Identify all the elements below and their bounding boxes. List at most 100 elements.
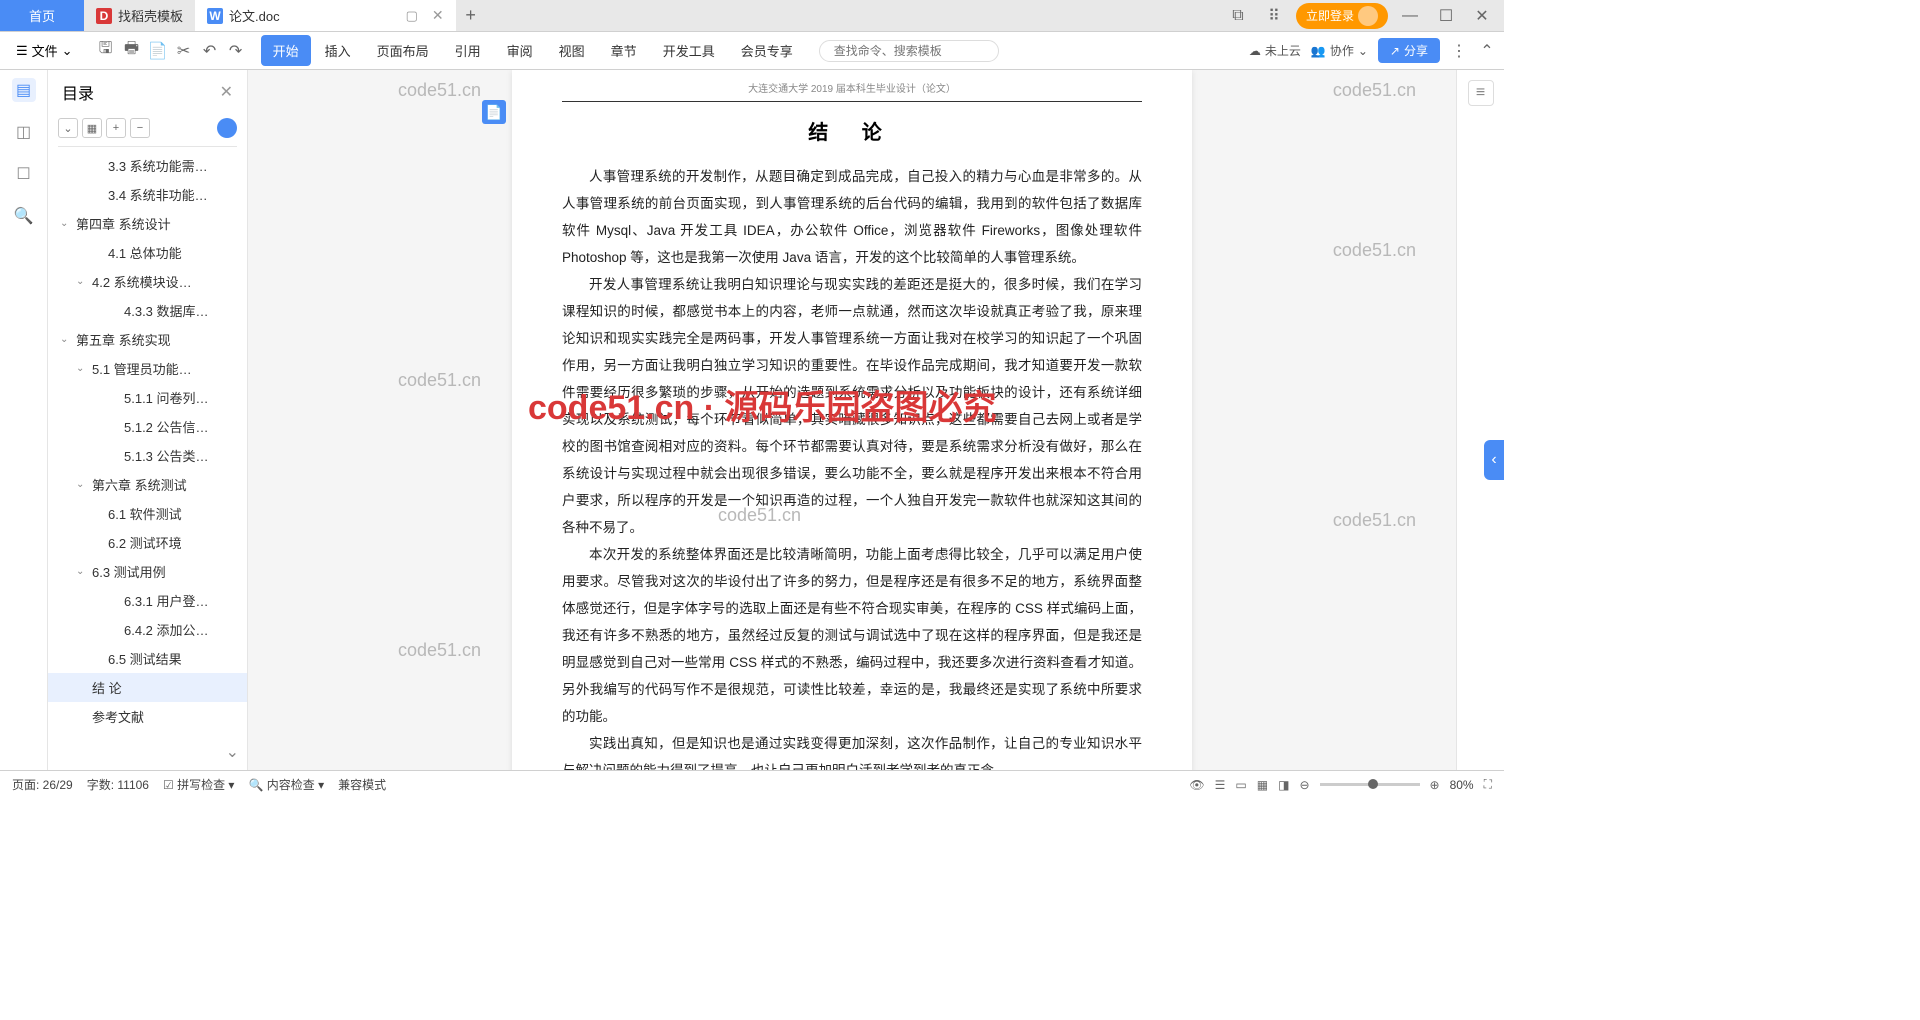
share-button[interactable]: ↗分享 (1378, 38, 1440, 63)
outline-item[interactable]: 6.5 测试结果 (48, 644, 247, 673)
outline-item[interactable]: 6.2 测试环境 (48, 528, 247, 557)
cloud-status-button[interactable]: ☁ 未上云 (1249, 42, 1301, 59)
zoom-slider[interactable] (1320, 783, 1420, 786)
more-icon[interactable]: ⋮ (1450, 42, 1468, 60)
ribbon-tab-review[interactable]: 审阅 (495, 35, 545, 66)
outline-toolbar: ⌄ ▦ + − (48, 114, 247, 142)
view-page-icon[interactable]: ▭ (1235, 778, 1246, 792)
watermark: code51.cn (1333, 80, 1416, 101)
login-label: 立即登录 (1306, 7, 1354, 24)
status-compat[interactable]: 兼容模式 (338, 776, 386, 793)
outline-item[interactable]: 3.4 系统非功能… (48, 180, 247, 209)
page-header: 大连交通大学 2019 届本科生毕业设计（论文） (562, 80, 1142, 102)
outline-plus-icon[interactable]: + (106, 118, 126, 138)
ribbon-tab-layout[interactable]: 页面布局 (365, 35, 441, 66)
outline-item[interactable]: 6.3.1 用户登… (48, 586, 247, 615)
outline-item[interactable]: 6.4.2 添加公… (48, 615, 247, 644)
save-icon[interactable]: 🖫 (97, 42, 115, 60)
cut-icon[interactable]: ✂ (175, 42, 193, 60)
outline-item[interactable]: 5.1.1 问卷列… (48, 383, 247, 412)
outline-grid-icon[interactable]: ▦ (82, 118, 102, 138)
apps-icon[interactable]: ⠿ (1260, 4, 1288, 28)
document-area[interactable]: 📄 大连交通大学 2019 届本科生毕业设计（论文） 结 论 人事管理系统的开发… (248, 70, 1456, 770)
tab-label: 论文.doc (229, 6, 280, 25)
outline-item[interactable]: ⌄第四章 系统设计 (48, 209, 247, 238)
ribbon-tab-vip[interactable]: 会员专享 (729, 35, 805, 66)
outline-item[interactable]: ⌄4.2 系统模块设… (48, 267, 247, 296)
view-web-icon[interactable]: ▦ (1257, 778, 1268, 792)
redo-icon[interactable]: ↷ (227, 42, 245, 60)
doc-paragraph: 人事管理系统的开发制作，从题目确定到成品完成，自己投入的精力与心血是非常多的。从… (562, 163, 1142, 271)
outline-item[interactable]: 3.3 系统功能需… (48, 151, 247, 180)
ribbon-tab-view[interactable]: 视图 (547, 35, 597, 66)
page-tag-icon[interactable]: 📄 (482, 100, 506, 124)
ribbon-tab-start[interactable]: 开始 (261, 35, 311, 66)
favorite-icon[interactable]: ☐ (12, 162, 36, 186)
outline-item[interactable]: 5.1.3 公告类… (48, 441, 247, 470)
ribbon-tab-references[interactable]: 引用 (443, 35, 493, 66)
ribbon-tabs: 开始 插入 页面布局 引用 审阅 视图 章节 开发工具 会员专享 (261, 35, 805, 66)
tab-restore-icon[interactable]: ▢ (406, 8, 418, 24)
ribbon-tab-insert[interactable]: 插入 (313, 35, 363, 66)
collab-button[interactable]: 👥协作⌄ (1311, 42, 1368, 59)
outline-minus-icon[interactable]: − (130, 118, 150, 138)
tab-document-active[interactable]: W 论文.doc ▢ ✕ (195, 0, 456, 31)
doc-paragraph: 本次开发的系统整体界面还是比较清晰简明，功能上面考虑得比较全，几乎可以满足用户使… (562, 541, 1142, 730)
bookmark-panel-icon[interactable]: ◫ (12, 120, 36, 144)
main-area: ▤ ◫ ☐ 🔍 目录 ✕ ⌄ ▦ + − 3.3 系统功能需…3.4 系统非功能… (0, 70, 1504, 770)
view-outline-icon[interactable]: ◨ (1278, 778, 1289, 792)
minimize-button[interactable]: — (1396, 4, 1424, 28)
view-read-icon[interactable]: ☰ (1215, 778, 1226, 792)
cloud-label: 未上云 (1265, 42, 1301, 59)
tab-add-button[interactable]: + (456, 5, 486, 26)
outline-item[interactable]: ⌄第五章 系统实现 (48, 325, 247, 354)
zoom-level[interactable]: 80% (1450, 778, 1474, 792)
search-input[interactable] (819, 40, 999, 62)
status-page[interactable]: 页面: 26/29 (12, 776, 73, 793)
file-menu-button[interactable]: ☰ 文件 ⌄ (8, 41, 81, 60)
search-panel-icon[interactable]: 🔍 (12, 204, 36, 228)
app-tabbar: 首页 D 找稻壳模板 W 论文.doc ▢ ✕ + ⧉ ⠿ 立即登录 — ☐ ✕ (0, 0, 1504, 32)
undo-icon[interactable]: ↶ (201, 42, 219, 60)
outline-collapse-icon[interactable]: ⌄ (58, 118, 78, 138)
chevron-down-icon: ⌄ (62, 43, 73, 59)
outline-toggle-icon[interactable]: ▤ (12, 78, 36, 102)
outline-close-icon[interactable]: ✕ (220, 82, 233, 102)
outline-scroll-down-icon[interactable]: ⌄ (218, 734, 247, 770)
paragraph-panel-icon[interactable]: ≡ (1468, 80, 1494, 106)
collapse-ribbon-icon[interactable]: ⌃ (1478, 42, 1496, 60)
maximize-button[interactable]: ☐ (1432, 4, 1460, 28)
outline-item[interactable]: 6.1 软件测试 (48, 499, 247, 528)
print-icon[interactable]: 🖶 (123, 42, 141, 60)
outline-item[interactable]: 4.1 总体功能 (48, 238, 247, 267)
view-eye-icon[interactable]: 👁 (1189, 778, 1204, 792)
outline-item[interactable]: 结 论 (48, 673, 247, 702)
ribbon-tab-devtools[interactable]: 开发工具 (651, 35, 727, 66)
outline-item[interactable]: ⌄第六章 系统测试 (48, 470, 247, 499)
outline-item[interactable]: 5.1.2 公告信… (48, 412, 247, 441)
login-button[interactable]: 立即登录 (1296, 3, 1388, 29)
zoom-in-icon[interactable]: ⊕ (1430, 778, 1440, 792)
left-sidebar: ▤ ◫ ☐ 🔍 (0, 70, 48, 770)
outline-item[interactable]: ⌄6.3 测试用例 (48, 557, 247, 586)
outline-list[interactable]: 3.3 系统功能需…3.4 系统非功能…⌄第四章 系统设计4.1 总体功能⌄4.… (48, 151, 247, 734)
status-spellcheck[interactable]: ☑ 拼写检查 ▾ (163, 776, 234, 793)
status-wordcount[interactable]: 字数: 11106 (87, 776, 149, 793)
outline-item[interactable]: 4.3.3 数据库… (48, 296, 247, 325)
outline-sync-icon[interactable] (217, 118, 237, 138)
outline-item[interactable]: ⌄5.1 管理员功能… (48, 354, 247, 383)
preview-icon[interactable]: 📄 (149, 42, 167, 60)
tab-home[interactable]: 首页 (0, 0, 84, 31)
ribbon-tab-chapter[interactable]: 章节 (599, 35, 649, 66)
layout-icon[interactable]: ⧉ (1224, 4, 1252, 28)
outline-item[interactable]: 参考文献 (48, 702, 247, 731)
cloud-icon: ☁ (1249, 44, 1261, 58)
zoom-out-icon[interactable]: ⊖ (1299, 778, 1309, 792)
close-button[interactable]: ✕ (1468, 4, 1496, 28)
tab-close-icon[interactable]: ✕ (432, 7, 444, 24)
fullscreen-icon[interactable]: ⛶ (1484, 777, 1492, 792)
side-handle[interactable]: ‹ (1484, 440, 1504, 480)
collab-icon: 👥 (1311, 44, 1326, 58)
status-contentcheck[interactable]: 🔍 内容检查 ▾ (248, 776, 324, 793)
tab-templates[interactable]: D 找稻壳模板 (84, 0, 195, 31)
